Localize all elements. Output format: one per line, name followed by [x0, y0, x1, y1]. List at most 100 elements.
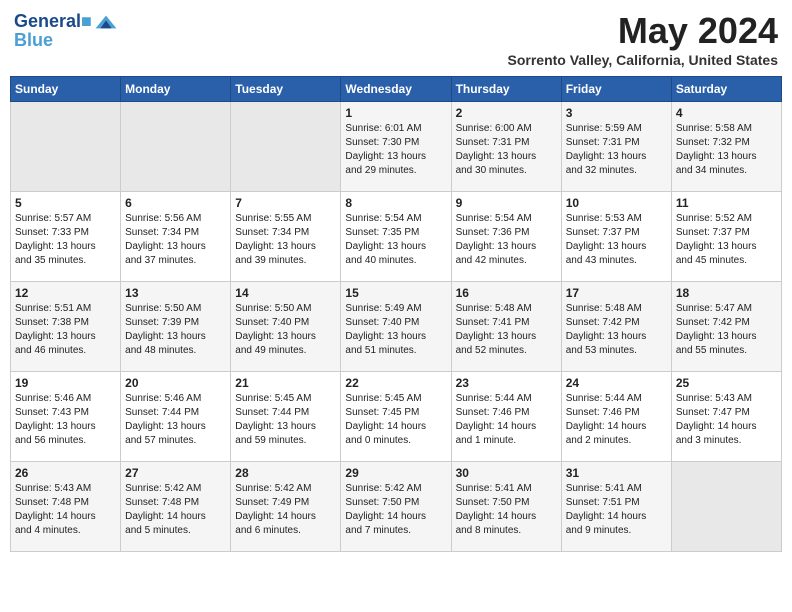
day-info: Sunrise: 5:46 AM Sunset: 7:44 PM Dayligh…	[125, 392, 226, 448]
day-info: Sunrise: 5:42 AM Sunset: 7:48 PM Dayligh…	[125, 482, 226, 538]
day-number: 14	[235, 286, 336, 300]
day-number: 5	[15, 196, 116, 210]
day-number: 24	[566, 376, 667, 390]
calendar-cell: 15Sunrise: 5:49 AM Sunset: 7:40 PM Dayli…	[341, 282, 451, 372]
day-info: Sunrise: 5:50 AM Sunset: 7:40 PM Dayligh…	[235, 302, 336, 358]
day-info: Sunrise: 5:47 AM Sunset: 7:42 PM Dayligh…	[676, 302, 777, 358]
calendar-cell: 18 Sunrise: 5:47 AM Sunset: 7:42 PM Dayli…	[671, 282, 781, 372]
calendar-cell: 9 Sunrise: 5:54 AM Sunset: 7:36 PM Daylig…	[451, 192, 561, 282]
day-number: 10	[566, 196, 667, 210]
calendar-cell: 16 Sunrise: 5:48 AM Sunset: 7:41 PM Dayli…	[451, 282, 561, 372]
day-number: 6	[125, 196, 226, 210]
day-number: 30	[456, 466, 557, 480]
calendar-cell: 31Sunrise: 5:41 AM Sunset: 7:51 PM Dayli…	[561, 462, 671, 552]
day-number: 21	[235, 376, 336, 390]
calendar-cell: 1Sunrise: 6:01 AM Sunset: 7:30 PM Daylig…	[341, 102, 451, 192]
calendar-cell: 29 Sunrise: 5:42 AM Sunset: 7:50 PM Dayli…	[341, 462, 451, 552]
day-info: Sunrise: 5:45 AM Sunset: 7:45 PM Dayligh…	[345, 392, 446, 448]
day-info: Sunrise: 5:53 AM Sunset: 7:37 PM Dayligh…	[566, 212, 667, 268]
day-info: Sunrise: 5:42 AM Sunset: 7:50 PM Dayligh…	[345, 482, 446, 538]
day-number: 16	[456, 286, 557, 300]
calendar-cell: 4 Sunrise: 5:58 AM Sunset: 7:32 PM Daylig…	[671, 102, 781, 192]
day-info: Sunrise: 5:54 AM Sunset: 7:36 PM Dayligh…	[456, 212, 557, 268]
day-info: Sunrise: 5:56 AM Sunset: 7:34 PM Dayligh…	[125, 212, 226, 268]
weekday-header-cell: Sunday	[11, 77, 121, 102]
calendar-cell	[11, 102, 121, 192]
calendar-cell: 6 Sunrise: 5:56 AM Sunset: 7:34 PM Daylig…	[121, 192, 231, 282]
month-year-title: May 2024	[508, 10, 778, 52]
day-number: 9	[456, 196, 557, 210]
calendar-cell: 21 Sunrise: 5:45 AM Sunset: 7:44 PM Dayli…	[231, 372, 341, 462]
logo-icon	[94, 10, 118, 34]
day-info: Sunrise: 5:51 AM Sunset: 7:38 PM Dayligh…	[15, 302, 116, 358]
day-number: 22	[345, 376, 446, 390]
weekday-header-row: SundayMondayTuesdayWednesdayThursdayFrid…	[11, 77, 782, 102]
calendar-cell: 14 Sunrise: 5:50 AM Sunset: 7:40 PM Dayli…	[231, 282, 341, 372]
calendar-week-row: 26 Sunrise: 5:43 AM Sunset: 7:48 PM Dayli…	[11, 462, 782, 552]
day-info: Sunrise: 5:43 AM Sunset: 7:47 PM Dayligh…	[676, 392, 777, 448]
day-number: 15	[345, 286, 446, 300]
weekday-header-cell: Monday	[121, 77, 231, 102]
calendar-cell	[231, 102, 341, 192]
day-number: 2	[456, 106, 557, 120]
calendar-cell: 11 Sunrise: 5:52 AM Sunset: 7:37 PM Dayli…	[671, 192, 781, 282]
calendar-cell: 17Sunrise: 5:48 AM Sunset: 7:42 PM Dayli…	[561, 282, 671, 372]
day-number: 23	[456, 376, 557, 390]
calendar-cell: 7 Sunrise: 5:55 AM Sunset: 7:34 PM Daylig…	[231, 192, 341, 282]
calendar-cell: 20Sunrise: 5:46 AM Sunset: 7:44 PM Dayli…	[121, 372, 231, 462]
title-block: May 2024 Sorrento Valley, California, Un…	[508, 10, 778, 68]
calendar-cell: 25Sunrise: 5:43 AM Sunset: 7:47 PM Dayli…	[671, 372, 781, 462]
day-info: Sunrise: 5:41 AM Sunset: 7:50 PM Dayligh…	[456, 482, 557, 538]
day-info: Sunrise: 5:58 AM Sunset: 7:32 PM Dayligh…	[676, 122, 777, 178]
calendar-cell: 30 Sunrise: 5:41 AM Sunset: 7:50 PM Dayli…	[451, 462, 561, 552]
calendar-week-row: 5 Sunrise: 5:57 AM Sunset: 7:33 PM Daylig…	[11, 192, 782, 282]
day-number: 7	[235, 196, 336, 210]
day-number: 13	[125, 286, 226, 300]
day-info: Sunrise: 5:54 AM Sunset: 7:35 PM Dayligh…	[345, 212, 446, 268]
calendar-cell: 19Sunrise: 5:46 AM Sunset: 7:43 PM Dayli…	[11, 372, 121, 462]
weekday-header-cell: Friday	[561, 77, 671, 102]
logo-text: General■	[14, 12, 92, 32]
calendar-cell	[121, 102, 231, 192]
day-number: 4	[676, 106, 777, 120]
page-header: General■ Blue May 2024 Sorrento Valley, …	[10, 10, 782, 68]
day-number: 1	[345, 106, 446, 120]
day-info: Sunrise: 5:48 AM Sunset: 7:42 PM Dayligh…	[566, 302, 667, 358]
weekday-header-cell: Tuesday	[231, 77, 341, 102]
calendar-week-row: 19Sunrise: 5:46 AM Sunset: 7:43 PM Dayli…	[11, 372, 782, 462]
calendar-cell: 26 Sunrise: 5:43 AM Sunset: 7:48 PM Dayli…	[11, 462, 121, 552]
calendar-cell: 8Sunrise: 5:54 AM Sunset: 7:35 PM Daylig…	[341, 192, 451, 282]
calendar-table: SundayMondayTuesdayWednesdayThursdayFrid…	[10, 76, 782, 552]
day-info: Sunrise: 5:57 AM Sunset: 7:33 PM Dayligh…	[15, 212, 116, 268]
weekday-header-cell: Thursday	[451, 77, 561, 102]
calendar-cell: 2Sunrise: 6:00 AM Sunset: 7:31 PM Daylig…	[451, 102, 561, 192]
day-info: Sunrise: 5:43 AM Sunset: 7:48 PM Dayligh…	[15, 482, 116, 538]
calendar-week-row: 12Sunrise: 5:51 AM Sunset: 7:38 PM Dayli…	[11, 282, 782, 372]
day-info: Sunrise: 5:48 AM Sunset: 7:41 PM Dayligh…	[456, 302, 557, 358]
calendar-cell: 28Sunrise: 5:42 AM Sunset: 7:49 PM Dayli…	[231, 462, 341, 552]
day-number: 29	[345, 466, 446, 480]
calendar-cell: 27Sunrise: 5:42 AM Sunset: 7:48 PM Dayli…	[121, 462, 231, 552]
day-number: 19	[15, 376, 116, 390]
calendar-cell: 13 Sunrise: 5:50 AM Sunset: 7:39 PM Dayli…	[121, 282, 231, 372]
calendar-week-row: 1Sunrise: 6:01 AM Sunset: 7:30 PM Daylig…	[11, 102, 782, 192]
day-info: Sunrise: 5:50 AM Sunset: 7:39 PM Dayligh…	[125, 302, 226, 358]
calendar-cell: 23 Sunrise: 5:44 AM Sunset: 7:46 PM Dayli…	[451, 372, 561, 462]
calendar-cell: 12Sunrise: 5:51 AM Sunset: 7:38 PM Dayli…	[11, 282, 121, 372]
calendar-body: 1Sunrise: 6:01 AM Sunset: 7:30 PM Daylig…	[11, 102, 782, 552]
day-info: Sunrise: 5:41 AM Sunset: 7:51 PM Dayligh…	[566, 482, 667, 538]
calendar-cell: 10 Sunrise: 5:53 AM Sunset: 7:37 PM Dayli…	[561, 192, 671, 282]
calendar-cell: 22 Sunrise: 5:45 AM Sunset: 7:45 PM Dayli…	[341, 372, 451, 462]
logo: General■ Blue	[14, 10, 118, 51]
day-info: Sunrise: 5:44 AM Sunset: 7:46 PM Dayligh…	[456, 392, 557, 448]
weekday-header-cell: Wednesday	[341, 77, 451, 102]
day-number: 26	[15, 466, 116, 480]
calendar-cell	[671, 462, 781, 552]
day-info: Sunrise: 5:59 AM Sunset: 7:31 PM Dayligh…	[566, 122, 667, 178]
day-number: 11	[676, 196, 777, 210]
calendar-cell: 24Sunrise: 5:44 AM Sunset: 7:46 PM Dayli…	[561, 372, 671, 462]
day-info: Sunrise: 5:52 AM Sunset: 7:37 PM Dayligh…	[676, 212, 777, 268]
day-info: Sunrise: 5:45 AM Sunset: 7:44 PM Dayligh…	[235, 392, 336, 448]
day-info: Sunrise: 5:55 AM Sunset: 7:34 PM Dayligh…	[235, 212, 336, 268]
day-number: 18	[676, 286, 777, 300]
